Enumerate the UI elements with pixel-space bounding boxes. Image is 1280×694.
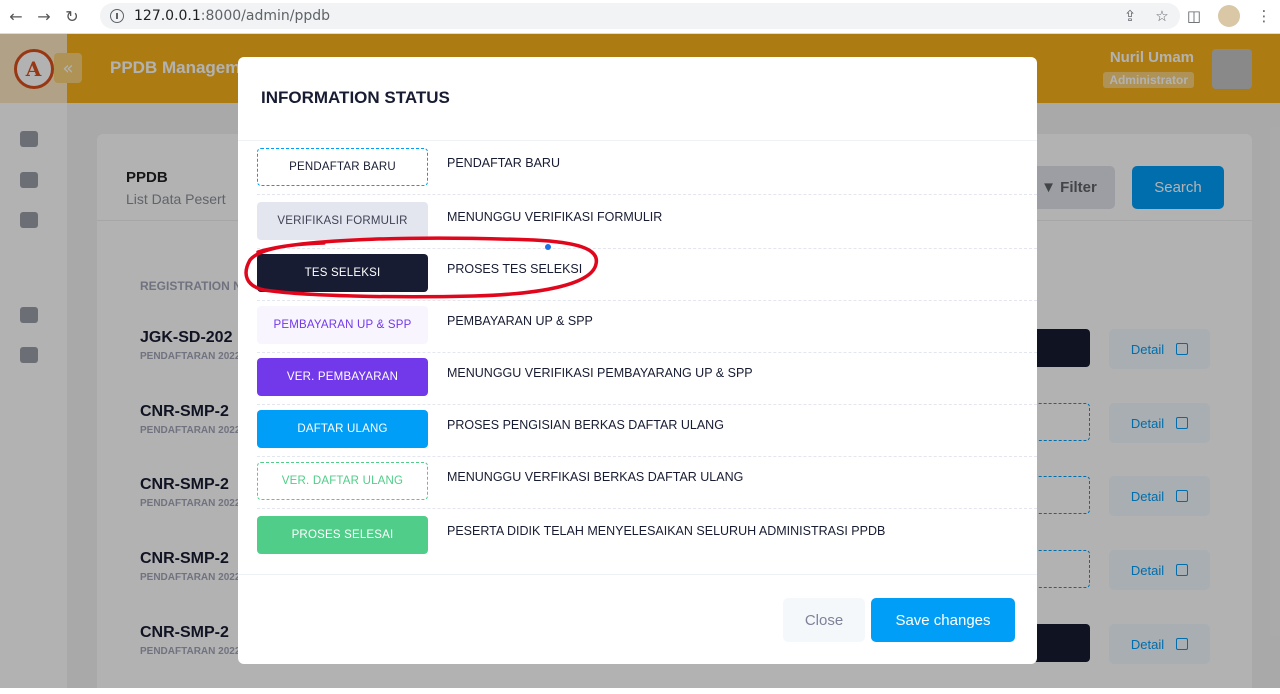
status-badge-pembayaran: PEMBAYARAN UP & SPP <box>257 306 428 344</box>
share-icon[interactable]: ⇪ <box>1114 7 1146 25</box>
status-row-pendaftar-baru: PENDAFTAR BARU PENDAFTAR BARU <box>257 143 1037 195</box>
status-row-proses-selesai: PROSES SELESAI PESERTA DIDIK TELAH MENYE… <box>257 510 1037 562</box>
status-badge-verifikasi-formulir: VERIFIKASI FORMULIR <box>257 202 428 240</box>
status-row-pembayaran: PEMBAYARAN UP & SPP PEMBAYARAN UP & SPP <box>257 301 1037 353</box>
modal-title: INFORMATION STATUS <box>261 88 450 107</box>
bookmark-star-icon[interactable]: ☆ <box>1146 7 1178 25</box>
save-changes-button[interactable]: Save changes <box>871 598 1015 642</box>
reload-icon[interactable]: ↻ <box>60 5 84 29</box>
url-path: :8000/admin/ppdb <box>200 8 330 24</box>
back-arrow-icon[interactable]: ← <box>4 5 28 29</box>
status-badge-ver-daftar-ulang: VER. DAFTAR ULANG <box>257 462 428 500</box>
status-row-verifikasi-formulir: VERIFIKASI FORMULIR MENUNGGU VERIFIKASI … <box>257 197 1037 249</box>
status-badge-tes-seleksi: TES SELEKSI <box>257 254 428 292</box>
status-description: PESERTA DIDIK TELAH MENYELESAIKAN SELURU… <box>447 524 886 538</box>
site-info-icon[interactable] <box>110 9 124 23</box>
status-badge-pendaftar-baru: PENDAFTAR BARU <box>257 148 428 186</box>
address-bar[interactable]: 127.0.0.1:8000/admin/ppdb <box>100 3 1180 29</box>
status-badge-ver-pembayaran: VER. PEMBAYARAN <box>257 358 428 396</box>
status-badge-daftar-ulang: DAFTAR ULANG <box>257 410 428 448</box>
side-panel-icon[interactable]: ◫ <box>1178 7 1210 25</box>
information-status-modal: INFORMATION STATUS PENDAFTAR BARU PENDAF… <box>238 57 1037 664</box>
close-button[interactable]: Close <box>783 598 865 642</box>
status-description: MENUNGGU VERFIKASI BERKAS DAFTAR ULANG <box>447 470 744 484</box>
forward-arrow-icon[interactable]: → <box>32 5 56 29</box>
status-row-daftar-ulang: DAFTAR ULANG PROSES PENGISIAN BERKAS DAF… <box>257 405 1037 457</box>
status-row-ver-pembayaran: VER. PEMBAYARAN MENUNGGU VERIFIKASI PEMB… <box>257 353 1037 405</box>
status-description: PROSES TES SELEKSI <box>447 262 583 276</box>
status-row-tes-seleksi: TES SELEKSI PROSES TES SELEKSI <box>257 249 1037 301</box>
status-description: MENUNGGU VERIFIKASI FORMULIR <box>447 210 663 224</box>
modal-header-divider <box>238 140 1037 141</box>
status-description: PEMBAYARAN UP & SPP <box>447 314 593 328</box>
profile-avatar[interactable] <box>1218 5 1240 27</box>
browser-toolbar: ← → ↻ 127.0.0.1:8000/admin/ppdb ⇪ ☆ ◫ ⋮ <box>0 0 1280 34</box>
menu-kebab-icon[interactable]: ⋮ <box>1248 7 1280 25</box>
mouse-cursor-dot <box>545 244 551 250</box>
url-host: 127.0.0.1 <box>134 8 201 24</box>
status-description: PENDAFTAR BARU <box>447 156 560 170</box>
status-row-ver-daftar-ulang: VER. DAFTAR ULANG MENUNGGU VERFIKASI BER… <box>257 457 1037 509</box>
status-badge-proses-selesai: PROSES SELESAI <box>257 516 428 554</box>
status-description: PROSES PENGISIAN BERKAS DAFTAR ULANG <box>447 418 724 432</box>
status-description: MENUNGGU VERIFIKASI PEMBAYARANG UP & SPP <box>447 366 753 380</box>
modal-footer-divider <box>238 574 1037 575</box>
